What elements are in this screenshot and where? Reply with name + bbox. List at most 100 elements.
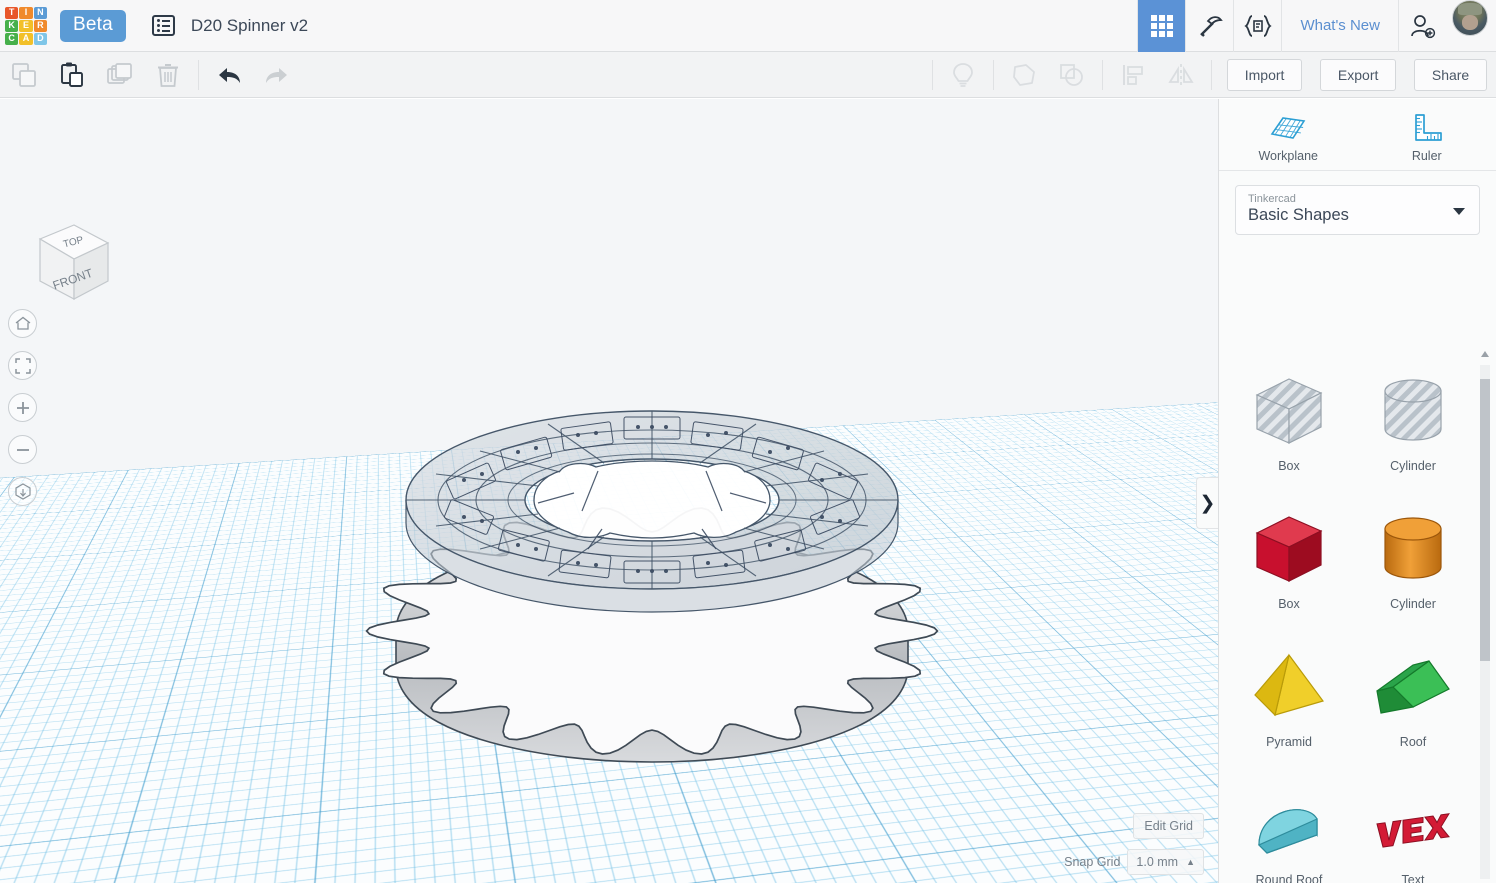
wireframe-ring [405,410,899,613]
red-text-shape [1376,813,1450,848]
logo-tile-t: T [5,6,19,19]
redo-button[interactable] [253,52,301,98]
ruler-tool[interactable]: Ruler [1358,99,1496,170]
shape-item-yellow-pyramid-shape[interactable]: Pyramid [1227,623,1351,761]
page-title[interactable]: D20 Spinner v2 [191,16,308,36]
zoom-out-button[interactable] [8,435,37,464]
orange-cylinder-shape [1384,517,1442,579]
clipboard-tools [0,52,192,98]
teal-round-roof-shape [1257,809,1318,854]
align-button[interactable] [1109,52,1157,98]
delete-button[interactable] [144,52,192,98]
chevron-right-icon[interactable]: ❯ [1196,477,1218,529]
tinkercad-editor: TINKERCAD Beta D20 Spinner v2 What's New… [0,0,1496,883]
model-d20-spinner[interactable] [352,311,952,811]
shape-library-select[interactable]: Tinkercad Basic Shapes [1235,185,1480,235]
view-cube[interactable]: TOP FRONT [26,217,114,309]
duplicate-button[interactable] [96,52,144,98]
red-box-shape [1245,509,1333,587]
group-button[interactable] [1000,52,1048,98]
chevron-down-icon [1453,208,1465,215]
shape-item-red-text-shape[interactable]: Text [1351,761,1475,883]
hole-box-shape [1255,378,1323,444]
red-box-shape [1255,516,1323,582]
app-header: TINKERCAD Beta D20 Spinner v2 What's New [0,0,1496,53]
logo-tile-i: I [19,6,33,19]
red-text-shape [1369,785,1457,863]
paste-button[interactable] [48,52,96,98]
workplane-icon [1270,117,1306,139]
scroll-up-arrow[interactable] [1481,351,1489,357]
logo-tile-r: R [33,19,47,32]
workplane-tool[interactable]: Workplane [1219,99,1358,170]
add-person-icon[interactable] [1398,0,1446,52]
snap-grid-select[interactable]: 1.0 mm ▲ [1127,849,1204,875]
shape-item-label: Box [1278,459,1300,473]
yellow-pyramid-shape [1245,647,1333,725]
edit-grid-button[interactable]: Edit Grid [1133,813,1204,839]
edit-toolbar [0,52,1218,98]
history-tools [205,52,301,98]
3d-viewport[interactable]: TOP FRONT ❯ Edit Grid Snap Grid 1.0 mm ▲ [0,99,1218,883]
codeblocks-pickaxe-icon[interactable] [1185,0,1233,52]
shape-library-owner: Tinkercad [1248,193,1296,205]
scrollbar-track[interactable] [1480,365,1490,879]
shape-item-hole-cylinder-shape[interactable]: Cylinder [1351,347,1475,485]
file-actions: Import Export Share [1218,52,1496,98]
scrollbar-thumb[interactable] [1480,379,1490,661]
shape-item-red-box-shape[interactable]: Box [1227,485,1351,623]
ortho-perspective-button[interactable] [8,477,37,506]
hole-box-shape [1245,371,1333,449]
export-button[interactable]: Export [1319,58,1397,91]
shape-item-label: Cylinder [1390,459,1436,473]
shape-item-label: Box [1278,597,1300,611]
teal-round-roof-shape [1245,785,1333,863]
designs-grid-icon[interactable] [1137,0,1186,53]
shape-item-hole-box-shape[interactable]: Box [1227,347,1351,485]
hint-lightbulb-button[interactable] [939,52,987,98]
ruler-tool-label: Ruler [1411,149,1442,163]
tinkercad-logo[interactable]: TIN KER CAD [2,4,50,48]
mirror-button[interactable] [1157,52,1205,98]
shape-item-green-roof-shape[interactable]: Roof [1351,623,1475,761]
chevron-up-icon: ▲ [1186,857,1195,867]
hole-cylinder-shape [1369,371,1457,449]
undo-button[interactable] [205,52,253,98]
sidebar-tools: Workplane Ruler [1219,99,1496,171]
logo-tile-k: K [5,19,19,32]
list-menu-icon[interactable] [151,15,175,36]
shape-item-label: Round Roof [1255,873,1323,883]
whats-new-link[interactable]: What's New [1281,0,1398,52]
shape-item-label: Pyramid [1266,735,1312,749]
fit-to-view-button[interactable] [8,351,37,380]
logo-tile-a: A [19,32,33,45]
orange-cylinder-shape [1369,509,1457,587]
copy-button[interactable] [0,52,48,98]
zoom-in-button[interactable] [8,393,37,422]
shape-grid: Box Cylinder Box Cylinder Pyramid Roof R… [1219,347,1483,883]
shapes-sidebar: Workplane Ruler Tinkercad Basic Shapes B… [1218,99,1496,883]
snap-grid-control: Snap Grid 1.0 mm ▲ [1064,849,1204,875]
hole-cylinder-shape [1384,379,1442,441]
shapes-scrollbar[interactable] [1480,351,1490,879]
logo-tile-n: N [33,6,47,19]
object-tools [926,52,1218,98]
share-button[interactable]: Share [1413,58,1488,91]
codeblocks-brackets-icon[interactable] [1233,0,1281,52]
import-button[interactable]: Import [1226,58,1303,91]
snap-grid-value: 1.0 mm [1136,855,1179,869]
snap-grid-label: Snap Grid [1064,855,1121,869]
green-roof-shape [1376,660,1450,714]
avatar[interactable] [1452,0,1488,36]
shape-item-label: Text [1401,873,1425,883]
beta-badge[interactable]: Beta [60,9,126,42]
yellow-pyramid-shape [1254,653,1324,717]
home-view-button[interactable] [8,309,37,338]
shape-library-value: Basic Shapes [1248,206,1349,224]
shape-item-teal-round-roof-shape[interactable]: Round Roof [1227,761,1351,883]
shape-item-orange-cylinder-shape[interactable]: Cylinder [1351,485,1475,623]
green-roof-shape [1369,647,1457,725]
logo-tile-d: D [33,32,47,45]
workplane-tool-label: Workplane [1258,149,1319,163]
ungroup-button[interactable] [1048,52,1096,98]
